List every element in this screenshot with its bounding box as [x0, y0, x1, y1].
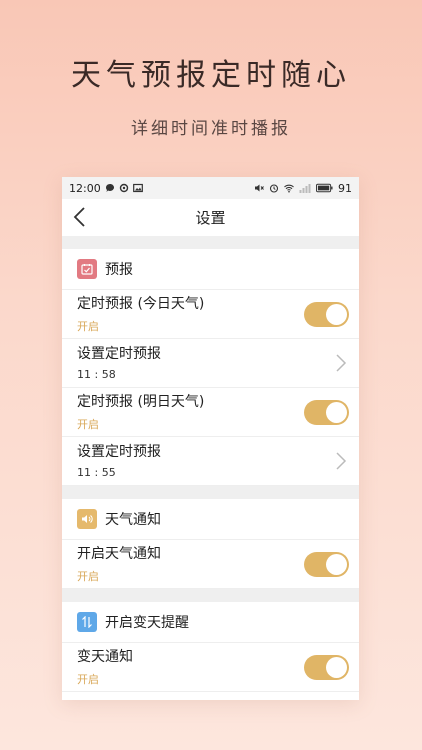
mute-icon: [255, 184, 264, 192]
row-label: 变天通知: [77, 648, 133, 665]
section-title: 开启变天提醒: [105, 615, 189, 631]
battery-level: 91: [338, 181, 352, 195]
sync-icon: [119, 183, 128, 193]
wifi-icon: [284, 184, 294, 193]
chevron-right-icon: [336, 354, 347, 372]
row-label: 设置定时预报: [77, 444, 161, 460]
setting-row-tomorrow-forecast[interactable]: 定时预报 (明日天气) 开启: [62, 388, 359, 437]
toggle-switch[interactable]: [304, 551, 349, 577]
row-status: 开启: [77, 319, 99, 333]
alarm-icon: [269, 184, 279, 193]
status-bar: 12:00 91: [62, 177, 359, 199]
toggle-knob: [326, 656, 347, 678]
setting-row-weather-notify[interactable]: 开启天气通知 开启: [62, 540, 359, 589]
section-title: 预报: [105, 262, 133, 278]
headline: 天气预报定时随心: [71, 58, 351, 93]
section-weather-change: 开启变天提醒: [62, 602, 359, 643]
title-bar: 设置: [62, 199, 359, 236]
status-time: 12:00: [69, 181, 101, 195]
row-status: 开启: [77, 417, 99, 431]
toggle-switch[interactable]: [304, 654, 349, 680]
speaker-icon: [77, 509, 97, 529]
row-label: 开启天气通知: [77, 545, 161, 562]
setting-row-weather-change[interactable]: 变天通知 开启: [62, 643, 359, 692]
row-label: 设置定时预报: [77, 346, 161, 362]
toggle-knob: [326, 303, 347, 325]
row-time: 11 : 55: [77, 466, 116, 479]
section-divider: [62, 236, 359, 249]
signal-icon: [299, 184, 311, 193]
page-title: 设置: [195, 209, 226, 227]
row-label: 定时预报 (今日天气): [77, 295, 205, 312]
section-divider: [62, 486, 359, 499]
section-forecast: 预报: [62, 249, 359, 290]
subline: 详细时间准时播报: [131, 119, 291, 139]
calendar-icon: [77, 259, 97, 279]
chevron-right-icon: [336, 452, 347, 470]
toggle-switch[interactable]: [304, 301, 349, 327]
section-divider: [62, 589, 359, 602]
battery-icon: [316, 183, 333, 193]
row-status: 开启: [77, 569, 99, 583]
section-weather-notify: 天气通知: [62, 499, 359, 540]
toggle-switch[interactable]: [304, 399, 349, 425]
chat-icon: [105, 183, 114, 192]
back-arrow-icon[interactable]: [72, 207, 90, 227]
phone-screen: 12:00 91 设置 预报 定时预报 (今日天气) 开启 设置定时预报 11 …: [62, 177, 359, 700]
section-title: 天气通知: [105, 512, 161, 528]
setting-row-set-time-tomorrow[interactable]: 设置定时预报 11 : 55: [62, 437, 359, 486]
row-time: 11 : 58: [77, 368, 116, 381]
row-label: 定时预报 (明日天气): [77, 393, 205, 410]
swap-arrows-icon: [77, 612, 97, 632]
setting-row-today-forecast[interactable]: 定时预报 (今日天气) 开启: [62, 290, 359, 339]
setting-row-set-time-today[interactable]: 设置定时预报 11 : 58: [62, 339, 359, 388]
image-icon: [132, 183, 143, 193]
toggle-knob: [326, 553, 347, 575]
toggle-knob: [326, 401, 347, 423]
row-status: 开启: [77, 672, 99, 686]
